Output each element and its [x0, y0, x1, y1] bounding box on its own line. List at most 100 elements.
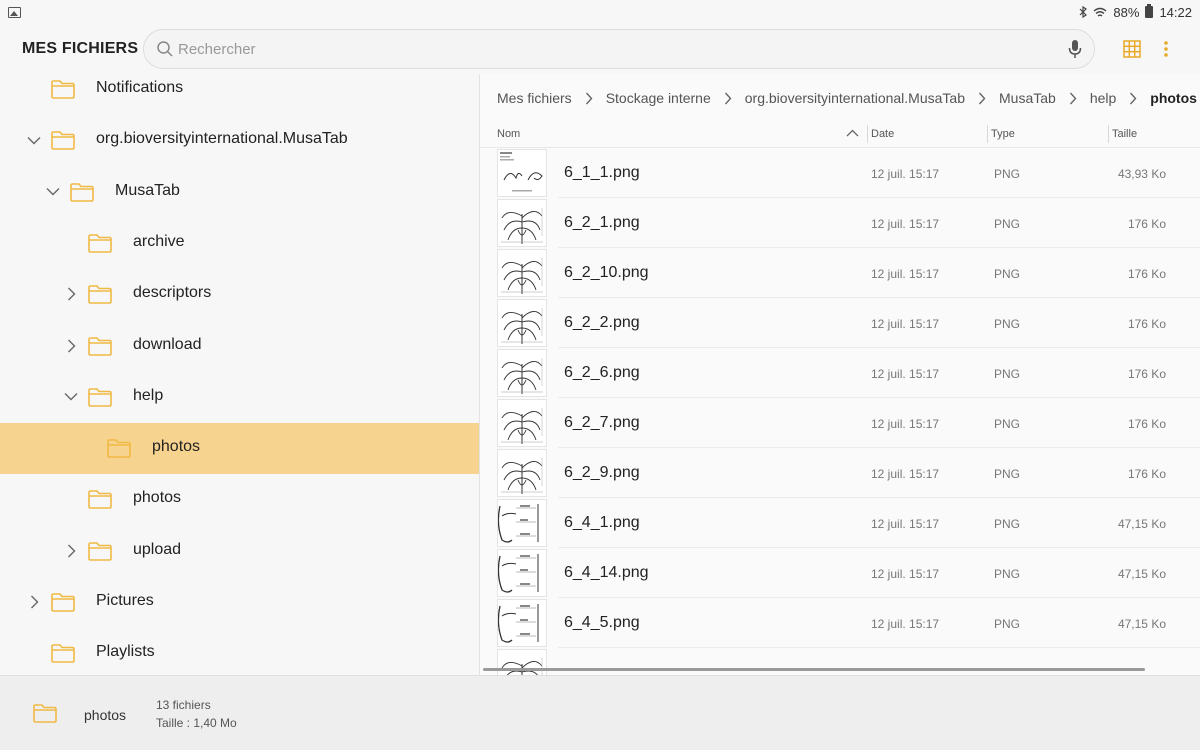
folder-icon — [88, 336, 112, 356]
tree-item-label: Playlists — [96, 643, 155, 661]
file-date: 12 juil. 15:17 — [871, 467, 940, 481]
search-bar[interactable] — [143, 29, 1095, 69]
sort-ascending-icon[interactable] — [846, 129, 859, 137]
chevron-down-icon[interactable] — [64, 390, 78, 404]
file-name: 6_2_6.png — [564, 364, 640, 381]
footer-folder-name: photos — [84, 707, 127, 723]
file-date: 12 juil. 15:17 — [871, 167, 940, 181]
chevron-right-icon[interactable] — [64, 287, 78, 301]
breadcrumb-item[interactable]: help — [1090, 90, 1116, 106]
chevron-right-icon[interactable] — [64, 544, 78, 558]
image-thumbnail — [497, 649, 547, 675]
folder-icon — [88, 387, 112, 407]
folder-icon — [51, 593, 75, 612]
file-row[interactable]: 6_2_9.png 12 juil. 15:17 PNG 176 Ko — [480, 448, 1200, 498]
tree-item-label: photos — [133, 489, 182, 507]
chevron-right-icon — [978, 92, 986, 105]
tree-item[interactable]: photos — [0, 474, 479, 525]
breadcrumb-item[interactable]: org.bioversityinternational.MusaTab — [745, 90, 965, 106]
file-date: 12 juil. 15:17 — [871, 267, 940, 281]
selection-info-bar: photos 13 fichiers Taille : 1,40 Mo — [0, 675, 1200, 750]
file-name: 6_2_2.png — [564, 314, 640, 331]
file-row[interactable]: 6_4_5.png 12 juil. 15:17 PNG 47,15 Ko — [480, 598, 1200, 648]
file-list-panel: Mes fichiers Stockage interne org.bioversi… — [480, 74, 1200, 675]
file-row[interactable]: 6_2_1.png 12 juil. 15:17 PNG 176 Ko — [480, 198, 1200, 248]
chevron-right-icon — [1069, 92, 1077, 105]
tree-item[interactable]: upload — [0, 526, 479, 577]
file-date: 12 juil. 15:17 — [871, 617, 940, 631]
breadcrumb-item[interactable]: Stockage interne — [606, 90, 711, 106]
image-thumbnail — [497, 549, 547, 597]
file-type: PNG — [994, 267, 1021, 281]
folder-icon — [107, 439, 131, 458]
file-type: PNG — [994, 167, 1021, 181]
more-options-button[interactable] — [1163, 40, 1169, 58]
tree-item-label: help — [133, 386, 164, 404]
tree-item-label: Pictures — [96, 592, 154, 609]
file-row[interactable]: 6_1_1.png 12 juil. 15:17 PNG 43,93 Ko — [480, 148, 1200, 198]
file-name: 6_2_10.png — [564, 264, 649, 281]
horizontal-scrollbar[interactable] — [483, 668, 1145, 671]
file-size: 176 Ko — [1127, 217, 1166, 231]
microphone-icon[interactable] — [1068, 39, 1082, 59]
breadcrumb-item[interactable]: Mes fichiers — [497, 90, 572, 106]
more-vertical-icon — [1164, 41, 1168, 57]
breadcrumb-item[interactable]: photos — [1150, 90, 1197, 106]
file-type: PNG — [994, 317, 1021, 331]
column-size[interactable]: Taille — [1112, 128, 1137, 140]
search-input[interactable] — [178, 40, 1068, 58]
folder-icon — [88, 490, 112, 510]
file-size: 176 Ko — [1127, 417, 1166, 431]
folder-icon — [70, 182, 94, 202]
folder-tree: Notifications org.bioversityinternational… — [0, 74, 479, 675]
battery-percent: 88% — [1113, 4, 1140, 20]
file-type: PNG — [994, 567, 1021, 581]
tree-item[interactable]: archive — [0, 218, 479, 269]
chevron-down-icon[interactable] — [46, 185, 60, 199]
tree-item-label: MusaTab — [115, 181, 180, 199]
tree-item[interactable]: Playlists — [0, 628, 479, 675]
tree-item[interactable]: Notifications — [0, 74, 479, 115]
column-divider — [1108, 125, 1109, 143]
grid-view-button[interactable] — [1123, 40, 1141, 58]
chevron-down-icon[interactable] — [27, 133, 41, 147]
chevron-right-icon[interactable] — [27, 595, 41, 609]
file-date: 12 juil. 15:17 — [871, 217, 940, 231]
tree-item[interactable]: org.bioversityinternational.MusaTab — [0, 115, 479, 166]
file-size: 176 Ko — [1127, 467, 1166, 481]
column-name[interactable]: Nom — [497, 128, 520, 140]
image-thumbnail — [497, 499, 547, 547]
tree-item[interactable]: descriptors — [0, 269, 479, 320]
image-thumbnail — [497, 449, 547, 497]
tree-item-label: upload — [133, 540, 182, 558]
file-row[interactable]: 6_2_7.png 12 juil. 15:17 PNG 176 Ko — [480, 398, 1200, 448]
file-name: 6_4_1.png — [564, 514, 640, 531]
gallery-notification-icon — [8, 6, 21, 18]
file-date: 12 juil. 15:17 — [871, 417, 940, 431]
folder-icon — [51, 131, 75, 151]
footer-size: Taille : 1,40 Mo — [156, 716, 237, 730]
breadcrumb-item[interactable]: MusaTab — [999, 90, 1056, 106]
image-thumbnail — [497, 599, 547, 647]
file-type: PNG — [994, 217, 1021, 231]
column-type[interactable]: Type — [991, 128, 1015, 140]
file-row[interactable]: 6_4_14.png 12 juil. 15:17 PNG 47,15 Ko — [480, 548, 1200, 598]
chevron-right-icon — [724, 92, 732, 105]
tree-item[interactable]: help — [0, 372, 479, 423]
folder-icon — [33, 704, 57, 723]
column-date[interactable]: Date — [871, 128, 894, 140]
file-size: 176 Ko — [1127, 317, 1166, 331]
file-row[interactable]: 6_2_6.png 12 juil. 15:17 PNG 176 Ko — [480, 348, 1200, 398]
file-row[interactable]: 6_2_10.png 12 juil. 15:17 PNG 176 Ko — [480, 248, 1200, 298]
tree-item[interactable]: Pictures — [0, 577, 479, 628]
chevron-right-icon[interactable] — [64, 339, 78, 353]
file-size: 47,15 Ko — [1117, 517, 1166, 531]
tree-item[interactable]: photos — [0, 423, 479, 475]
tree-item[interactable]: download — [0, 321, 479, 372]
file-row[interactable]: 6_2_2.png 12 juil. 15:17 PNG 176 Ko — [480, 298, 1200, 348]
file-row[interactable]: 6_4_1.png 12 juil. 15:17 PNG 47,15 Ko — [480, 498, 1200, 548]
bluetooth-icon — [1079, 6, 1088, 18]
folder-icon — [88, 234, 112, 253]
tree-item[interactable]: MusaTab — [0, 167, 479, 218]
chevron-right-icon — [585, 92, 593, 105]
